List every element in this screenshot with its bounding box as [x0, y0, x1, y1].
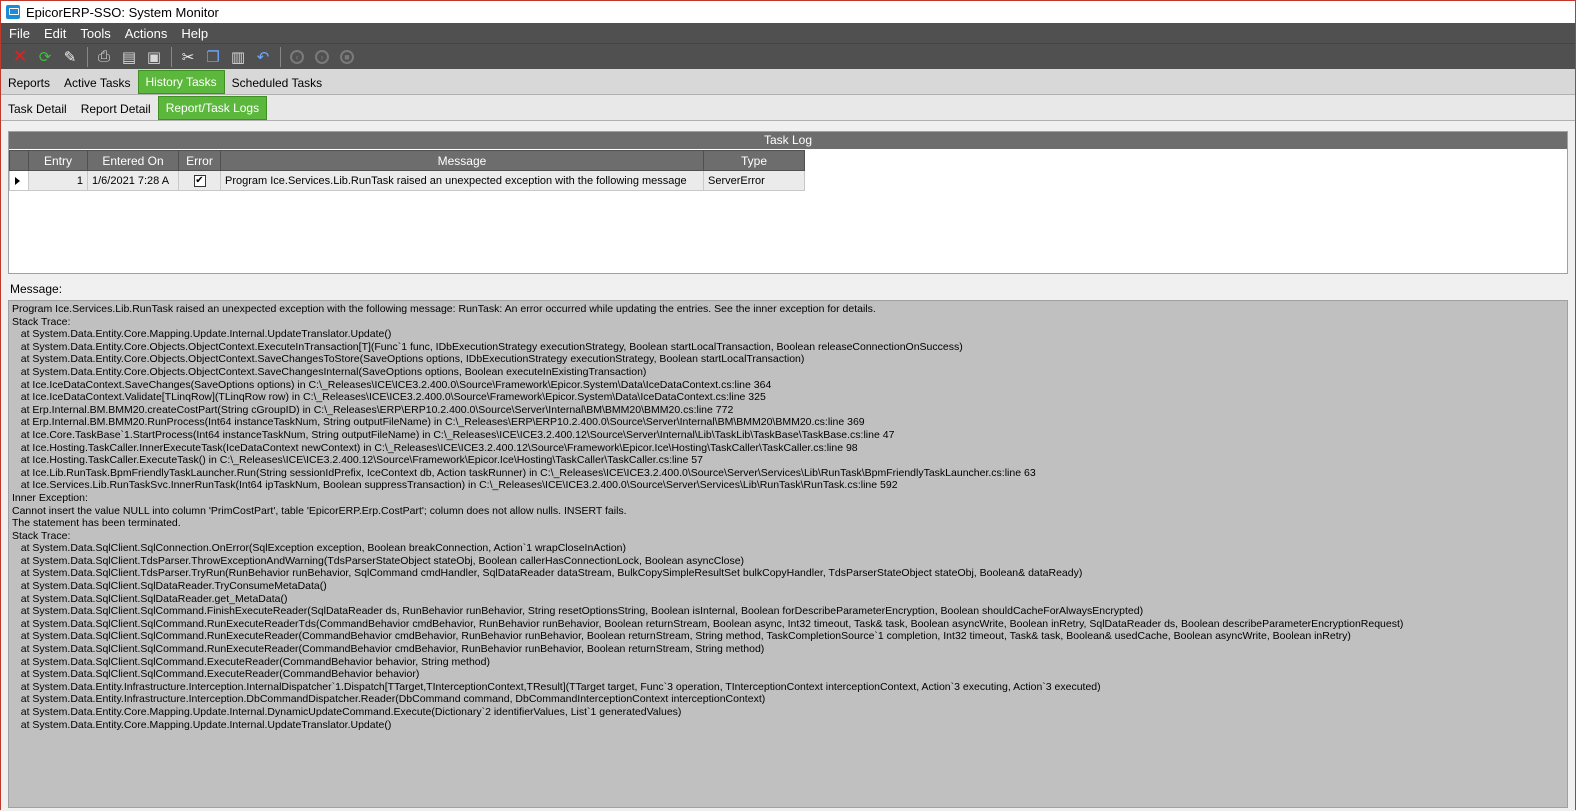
- message-line: at System.Data.SqlClient.SqlCommand.Exec…: [12, 655, 490, 668]
- message-line: at Ice.Core.TaskBase`1.StartProcess(Int6…: [12, 428, 895, 441]
- menu-bar: File Edit Tools Actions Help: [1, 23, 1575, 43]
- cell-type[interactable]: ServerError: [703, 170, 805, 191]
- cell-message[interactable]: Program Ice.Services.Lib.RunTask raised …: [220, 170, 704, 191]
- message-line: at System.Data.Entity.Core.Mapping.Updat…: [12, 718, 392, 731]
- tab-active-tasks[interactable]: Active Tasks: [57, 72, 137, 94]
- error-checkbox[interactable]: ✔: [193, 174, 206, 187]
- message-line: at System.Data.Entity.Core.Objects.Objec…: [12, 353, 805, 366]
- application-window: EpicorERP-SSO: System Monitor File Edit …: [0, 0, 1576, 811]
- message-line: Stack Trace:: [12, 529, 71, 542]
- message-line: at Ice.Lib.RunTask.BpmFriendlyTaskLaunch…: [12, 466, 1036, 479]
- table-header-row: Entry Entered On Error Message Type: [9, 150, 805, 171]
- message-line: at System.Data.SqlClient.SqlDataReader.T…: [12, 580, 327, 593]
- menu-edit[interactable]: Edit: [42, 26, 68, 41]
- message-line: at System.Data.SqlClient.TdsParser.TryRu…: [12, 567, 1083, 580]
- message-line: at Ice.IceDataContext.SaveChanges(SaveOp…: [12, 378, 772, 391]
- print-preview-icon[interactable]: ▤: [118, 46, 140, 68]
- task-log-grid: Task Log Entry Entered On Error Message …: [8, 131, 1568, 274]
- paste-icon[interactable]: ▥: [227, 46, 249, 68]
- message-line: at System.Data.Entity.Core.Mapping.Updat…: [12, 328, 392, 341]
- message-line: at System.Data.SqlClient.SqlCommand.RunE…: [12, 617, 1404, 630]
- refresh-icon[interactable]: ⟳: [34, 46, 56, 68]
- cut-icon[interactable]: ✂: [177, 46, 199, 68]
- column-header-entered-on[interactable]: Entered On: [87, 150, 179, 171]
- cell-error[interactable]: ✔: [178, 170, 221, 191]
- column-header-entry[interactable]: Entry: [28, 150, 88, 171]
- app-icon: [6, 5, 20, 19]
- cell-entry[interactable]: 1: [28, 170, 88, 191]
- message-textbox[interactable]: Program Ice.Services.Lib.RunTask raised …: [8, 300, 1568, 808]
- message-line: at Ice.IceDataContext.Validate[TLinqRow]…: [12, 391, 766, 404]
- message-line: at Ice.Hosting.TaskCaller.InnerExecuteTa…: [12, 441, 858, 454]
- message-line: at System.Data.SqlClient.SqlCommand.Exec…: [12, 668, 420, 681]
- tab-scheduled-tasks[interactable]: Scheduled Tasks: [225, 72, 330, 94]
- tab-report-detail[interactable]: Report Detail: [74, 98, 158, 120]
- message-line: Program Ice.Services.Lib.RunTask raised …: [12, 303, 876, 315]
- undo-icon[interactable]: ↶: [252, 46, 274, 68]
- message-line: at System.Data.SqlClient.SqlCommand.Fini…: [12, 605, 1144, 618]
- title-bar: EpicorERP-SSO: System Monitor: [1, 1, 1575, 23]
- message-line: The statement has been terminated.: [12, 517, 181, 530]
- menu-help[interactable]: Help: [179, 26, 210, 41]
- message-line: at System.Data.SqlClient.SqlCommand.RunE…: [12, 630, 1351, 643]
- menu-file[interactable]: File: [7, 26, 32, 41]
- message-line: at System.Data.Entity.Core.Objects.Objec…: [12, 365, 647, 378]
- message-line: at System.Data.Entity.Infrastructure.Int…: [12, 680, 1101, 693]
- column-header-type[interactable]: Type: [703, 150, 805, 171]
- toolbar-separator: [87, 46, 88, 67]
- table-row[interactable]: 1 1/6/2021 7:28 A ✔ Program Ice.Services…: [9, 170, 805, 191]
- column-header-error[interactable]: Error: [178, 150, 221, 171]
- message-line: Cannot insert the value NULL into column…: [12, 504, 627, 517]
- stop-icon[interactable]: ■: [336, 46, 358, 68]
- toolbar: ✕ ⟳ ✎ ⎙ ▤ ▣ ✂ ❐ ▥ ↶ ‹ › ■: [1, 43, 1575, 69]
- cell-entered-on[interactable]: 1/6/2021 7:28 A: [87, 170, 179, 191]
- message-line: at System.Data.Entity.Core.Objects.Objec…: [12, 340, 963, 353]
- message-line: at System.Data.Entity.Core.Mapping.Updat…: [12, 706, 682, 718]
- message-line: at System.Data.SqlClient.SqlDataReader.g…: [12, 592, 288, 605]
- task-log-caption: Task Log: [9, 132, 1567, 149]
- forward-icon[interactable]: ›: [311, 46, 333, 68]
- eraser-icon[interactable]: ✎: [59, 46, 81, 68]
- print-icon[interactable]: ⎙: [93, 46, 115, 68]
- row-selector-arrow-icon[interactable]: [9, 170, 29, 191]
- content-area: Task Log Entry Entered On Error Message …: [1, 121, 1575, 811]
- message-line: at Ice.Services.Lib.RunTaskSvc.InnerRunT…: [12, 479, 898, 492]
- tab-history-tasks[interactable]: History Tasks: [137, 70, 225, 94]
- message-line: at Ice.Hosting.TaskCaller.ExecuteTask() …: [12, 454, 703, 467]
- copy-icon[interactable]: ❐: [202, 46, 224, 68]
- delete-icon[interactable]: ✕: [9, 46, 31, 68]
- row-selector-header: [9, 150, 29, 171]
- window-title: EpicorERP-SSO: System Monitor: [26, 4, 219, 20]
- message-line: Inner Exception:: [12, 491, 88, 504]
- message-line: at System.Data.SqlClient.TdsParser.Throw…: [12, 554, 745, 567]
- back-icon[interactable]: ‹: [286, 46, 308, 68]
- sub-tabs: Task Detail Report Detail Report/Task Lo…: [1, 95, 1575, 121]
- message-line: at Erp.Internal.BM.BMM20.RunProcess(Int6…: [12, 416, 865, 429]
- main-tabs: Reports Active Tasks History Tasks Sched…: [1, 69, 1575, 95]
- tab-report-task-logs[interactable]: Report/Task Logs: [157, 96, 268, 120]
- tab-task-detail[interactable]: Task Detail: [1, 98, 74, 120]
- message-line: at System.Data.SqlClient.SqlConnection.O…: [12, 542, 626, 555]
- menu-actions[interactable]: Actions: [123, 26, 170, 41]
- column-header-message[interactable]: Message: [220, 150, 704, 171]
- menu-tools[interactable]: Tools: [78, 26, 112, 41]
- message-line: at System.Data.SqlClient.SqlCommand.RunE…: [12, 643, 765, 656]
- tab-reports[interactable]: Reports: [1, 72, 57, 94]
- message-line: at Erp.Internal.BM.BMM20.createCostPart(…: [12, 403, 734, 416]
- message-line: Stack Trace:: [12, 315, 71, 328]
- save-icon[interactable]: ▣: [143, 46, 165, 68]
- message-label: Message:: [10, 282, 63, 296]
- message-line: at System.Data.Entity.Infrastructure.Int…: [12, 693, 766, 706]
- task-log-table: Entry Entered On Error Message Type 1 1/…: [9, 150, 805, 191]
- toolbar-separator: [280, 46, 281, 67]
- toolbar-separator: [171, 46, 172, 67]
